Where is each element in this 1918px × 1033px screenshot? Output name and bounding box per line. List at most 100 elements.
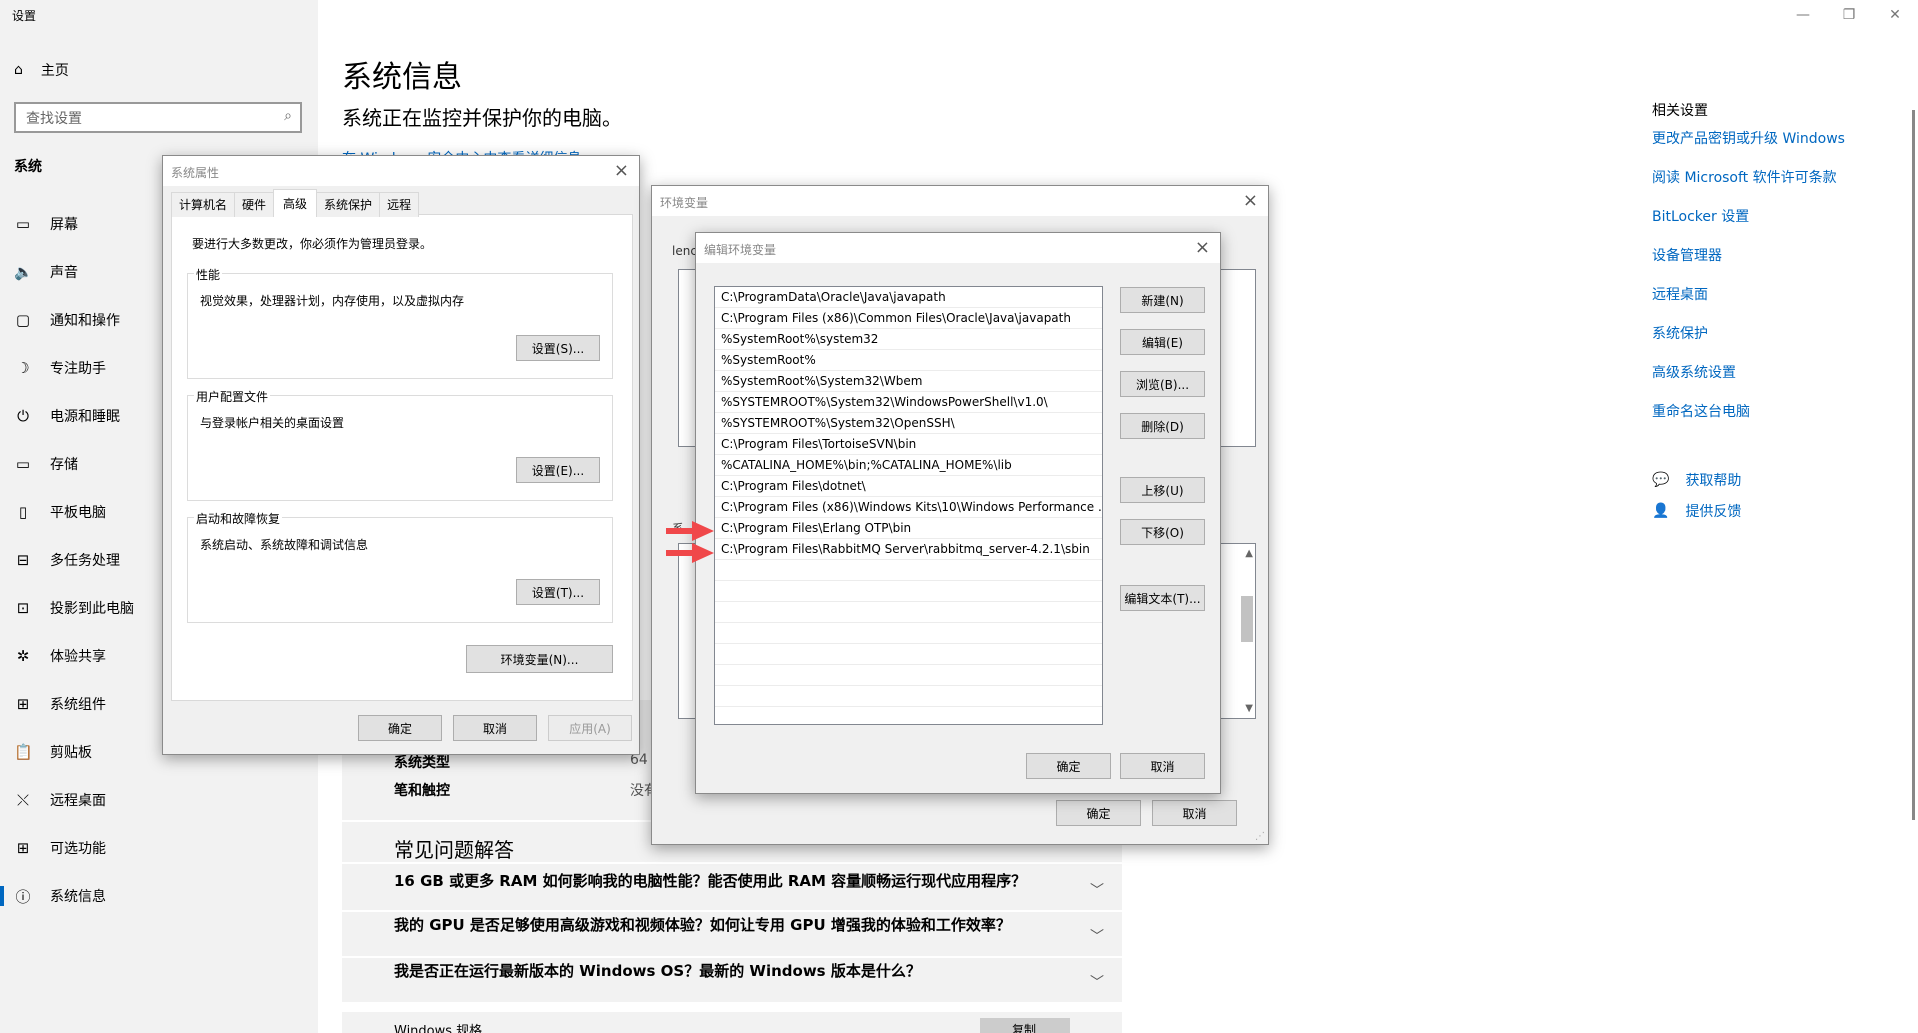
close-icon[interactable]: × xyxy=(1195,237,1210,258)
windows-spec-label: Windows 规格 xyxy=(394,1024,483,1033)
list-item[interactable] xyxy=(715,686,1102,707)
page-scrollbar[interactable] xyxy=(1912,110,1915,820)
list-item[interactable] xyxy=(715,560,1102,581)
related-link[interactable]: 高级系统设置 xyxy=(1652,362,1892,401)
tab-system-protection[interactable]: 系统保护 xyxy=(316,192,381,217)
component-icon: ⊞ xyxy=(16,695,30,713)
restore-icon[interactable]: ❐ xyxy=(1826,0,1872,30)
dialog-title: 系统属性 xyxy=(171,166,220,180)
sidebar-item-about[interactable]: ⓘ 系统信息 xyxy=(0,872,318,920)
list-item[interactable]: %SystemRoot%\System32\Wbem xyxy=(715,371,1102,392)
list-item[interactable] xyxy=(715,581,1102,602)
list-item[interactable] xyxy=(715,623,1102,644)
tablet-icon: ▯ xyxy=(18,503,28,521)
scroll-up-icon[interactable]: ▲ xyxy=(1245,548,1253,559)
profiles-settings-button[interactable]: 设置(E)... xyxy=(516,457,600,483)
startup-recovery-group: 启动和故障恢复 系统启动、系统故障和调试信息 设置(T)... xyxy=(187,510,613,623)
list-item[interactable]: %SYSTEMROOT%\System32\OpenSSH\ xyxy=(715,413,1102,434)
sidebar-item-remote[interactable]: ⤬ 远程桌面 xyxy=(0,776,318,824)
ok-button[interactable]: 确定 xyxy=(358,715,442,741)
close-icon[interactable]: × xyxy=(1243,190,1258,211)
search-input[interactable]: 查找设置 ⌕ xyxy=(14,102,302,133)
get-help-link[interactable]: 💬 获取帮助 xyxy=(1652,464,1741,495)
new-button[interactable]: 新建(N) xyxy=(1120,287,1205,313)
startup-settings-button[interactable]: 设置(T)... xyxy=(516,579,600,605)
list-item[interactable]: C:\Program Files\Erlang OTP\bin xyxy=(715,518,1102,539)
edit-button[interactable]: 编辑(E) xyxy=(1120,329,1205,355)
group-desc: 与登录帐户相关的桌面设置 xyxy=(200,416,345,430)
ok-button[interactable]: 确定 xyxy=(1026,753,1111,779)
list-item[interactable]: %SystemRoot%\system32 xyxy=(715,329,1102,350)
faq-item[interactable]: 我是否正在运行最新版本的 Windows OS？最新的 Windows 版本是什… xyxy=(342,956,1122,1002)
delete-button[interactable]: 删除(D) xyxy=(1120,413,1205,439)
minimize-icon[interactable]: — xyxy=(1780,0,1826,30)
close-icon[interactable]: × xyxy=(614,160,629,181)
tab-advanced[interactable]: 高级 xyxy=(273,189,318,217)
list-item[interactable] xyxy=(715,665,1102,686)
list-item[interactable]: C:\Program Files\dotnet\ xyxy=(715,476,1102,497)
sidebar-item-features[interactable]: ⊞ 可选功能 xyxy=(0,824,318,872)
related-link[interactable]: 远程桌面 xyxy=(1652,284,1892,323)
group-desc: 系统启动、系统故障和调试信息 xyxy=(200,538,369,552)
related-link[interactable]: 设备管理器 xyxy=(1652,245,1892,284)
list-item[interactable]: C:\Program Files (x86)\Windows Kits\10\W… xyxy=(715,497,1102,518)
related-link[interactable]: 系统保护 xyxy=(1652,323,1892,362)
tab-hardware[interactable]: 硬件 xyxy=(234,192,275,217)
path-list[interactable]: C:\ProgramData\Oracle\Java\javapath C:\P… xyxy=(714,286,1103,725)
sidebar-item-label: 剪贴板 xyxy=(50,745,92,761)
sidebar-item-label: 电源和睡眠 xyxy=(50,409,120,425)
sidebar-item-label: 系统信息 xyxy=(50,889,106,905)
help-links: 💬 获取帮助 👤 提供反馈 xyxy=(1652,464,1741,526)
faq-question: 我是否正在运行最新版本的 Windows OS？最新的 Windows 版本是什… xyxy=(394,962,921,980)
list-item[interactable]: %SystemRoot% xyxy=(715,350,1102,371)
window-title: 设置 xyxy=(12,9,37,23)
list-item[interactable]: %CATALINA_HOME%\bin;%CATALINA_HOME%\lib xyxy=(715,455,1102,476)
sidebar-item-label: 专注助手 xyxy=(50,361,106,377)
scroll-down-icon[interactable]: ▼ xyxy=(1245,703,1253,714)
performance-settings-button[interactable]: 设置(S)... xyxy=(516,335,600,361)
faq-item[interactable]: 16 GB 或更多 RAM 如何影响我的电脑性能？能否使用此 RAM 容量顺畅运… xyxy=(342,862,1122,910)
group-desc: 视觉效果，处理器计划，内存使用，以及虚拟内存 xyxy=(200,294,465,308)
browse-button[interactable]: 浏览(B)... xyxy=(1120,371,1205,397)
ok-button[interactable]: 确定 xyxy=(1056,800,1141,826)
edit-text-button[interactable]: 编辑文本(T)... xyxy=(1120,585,1205,611)
admin-note: 要进行大多数更改，你必须作为管理员登录。 xyxy=(192,237,433,251)
list-item[interactable] xyxy=(715,602,1102,623)
scrollbar-thumb[interactable] xyxy=(1241,596,1253,642)
tab-computer-name[interactable]: 计算机名 xyxy=(171,192,236,217)
project-icon: ⊡ xyxy=(16,599,30,617)
cancel-button[interactable]: 取消 xyxy=(453,715,537,741)
nav-home[interactable]: ⌂ 主页 xyxy=(14,60,69,80)
annotation-arrow-icon xyxy=(666,543,714,563)
list-item[interactable]: C:\Program Files\TortoiseSVN\bin xyxy=(715,434,1102,455)
list-item[interactable]: %SYSTEMROOT%\System32\WindowsPowerShell\… xyxy=(715,392,1102,413)
move-up-button[interactable]: 上移(U) xyxy=(1120,477,1205,503)
clipboard-icon: 📋 xyxy=(14,743,33,761)
related-link[interactable]: 更改产品密钥或升级 Windows xyxy=(1652,128,1892,167)
chevron-down-icon: ﹀ xyxy=(1090,883,1104,899)
sound-icon: 🔈 xyxy=(14,263,33,281)
apply-button[interactable]: 应用(A) xyxy=(548,715,632,741)
help-icon: 💬 xyxy=(1652,471,1670,488)
multitask-icon: ⊟ xyxy=(16,551,30,569)
related-link[interactable]: BitLocker 设置 xyxy=(1652,206,1892,245)
feedback-link[interactable]: 👤 提供反馈 xyxy=(1652,495,1741,526)
list-item[interactable]: C:\ProgramData\Oracle\Java\javapath xyxy=(715,287,1102,308)
env-variables-button[interactable]: 环境变量(N)... xyxy=(466,645,613,673)
list-item[interactable]: C:\Program Files (x86)\Common Files\Orac… xyxy=(715,308,1102,329)
list-item[interactable] xyxy=(715,644,1102,665)
close-icon[interactable]: ✕ xyxy=(1872,0,1918,30)
cancel-button[interactable]: 取消 xyxy=(1120,753,1205,779)
cancel-button[interactable]: 取消 xyxy=(1152,800,1237,826)
get-help-label: 获取帮助 xyxy=(1685,472,1742,489)
move-down-button[interactable]: 下移(O) xyxy=(1120,519,1205,545)
resize-grip-icon[interactable]: ⋰ xyxy=(1255,831,1265,842)
related-link[interactable]: 重命名这台电脑 xyxy=(1652,401,1892,440)
related-link[interactable]: 阅读 Microsoft 软件许可条款 xyxy=(1652,167,1892,206)
spec-label: 笔和触控 xyxy=(394,783,450,799)
copy-button-label: 复制 xyxy=(1012,1023,1037,1033)
list-item[interactable]: C:\Program Files\RabbitMQ Server\rabbitm… xyxy=(715,539,1102,560)
tab-remote[interactable]: 远程 xyxy=(379,192,420,217)
faq-item[interactable]: 我的 GPU 是否足够使用高级游戏和视频体验？如何让专用 GPU 增强我的体验和… xyxy=(342,910,1122,956)
copy-button[interactable]: 复制 xyxy=(980,1018,1070,1033)
